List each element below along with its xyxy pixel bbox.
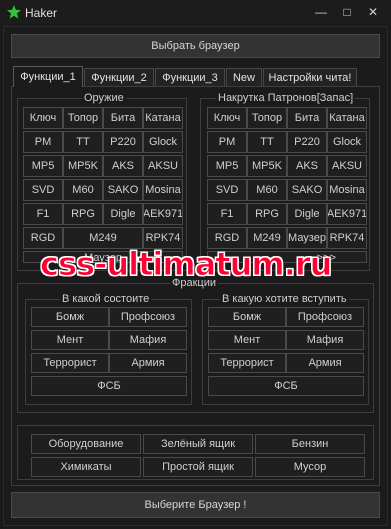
star-icon — [7, 5, 21, 19]
minimize-button[interactable]: — — [312, 4, 330, 20]
ammo-button[interactable]: TT — [247, 131, 287, 153]
ammo-button[interactable]: AEK971 — [327, 203, 367, 225]
close-button[interactable]: ✕ — [364, 4, 382, 20]
join-faction-button[interactable]: Профсоюз — [286, 307, 364, 327]
item-button[interactable]: Простой ящик — [143, 457, 253, 477]
ammo-button[interactable]: SAKO — [287, 179, 327, 201]
weapon-button[interactable]: P220 — [103, 131, 143, 153]
join-faction-button[interactable]: Армия — [286, 353, 364, 373]
weapon-button[interactable]: SAKO — [103, 179, 143, 201]
ammo-button[interactable]: RPG — [247, 203, 287, 225]
item-button[interactable]: Оборудование — [31, 434, 141, 454]
weapon-button[interactable]: MP5 — [23, 155, 63, 177]
weapon-button[interactable]: Glock — [143, 131, 183, 153]
join-faction-button[interactable]: Мафия — [286, 330, 364, 350]
ammo-button[interactable]: PM — [207, 131, 247, 153]
current-faction-button[interactable]: Армия — [109, 353, 187, 373]
weapon-button[interactable]: Бита — [103, 107, 143, 129]
ammo-button[interactable]: AKSU — [327, 155, 367, 177]
ammo-button[interactable]: P220 — [287, 131, 327, 153]
weapon-button[interactable]: Топор — [63, 107, 103, 129]
weapon-button[interactable]: RPG — [63, 203, 103, 225]
select-browser-button[interactable]: Выберите Браузер ! — [11, 492, 380, 518]
ammo-group-title: Накрутка Патронов[Запас] — [216, 92, 356, 105]
ammo-button[interactable]: SVD — [207, 179, 247, 201]
weapon-button[interactable]: SVD — [23, 179, 63, 201]
watermark: css-ultimatum.ru — [39, 245, 332, 284]
title-bar[interactable]: Haker — □ ✕ — [0, 0, 391, 26]
tab-new[interactable]: New — [226, 68, 262, 86]
item-button[interactable]: Бензин — [255, 434, 365, 454]
weapon-button[interactable]: Ключ — [23, 107, 63, 129]
join-faction-button[interactable]: Террорист — [208, 353, 286, 373]
tab-functions-1[interactable]: Функции_1 — [13, 66, 83, 87]
ammo-button[interactable]: Топор — [247, 107, 287, 129]
weapon-button[interactable]: F1 — [23, 203, 63, 225]
join-faction-button[interactable]: ФСБ — [208, 376, 364, 396]
weapon-button[interactable]: M60 — [63, 179, 103, 201]
item-button[interactable]: Химикаты — [31, 457, 141, 477]
weapon-button[interactable]: Digle — [103, 203, 143, 225]
current-faction-button[interactable]: Мент — [31, 330, 109, 350]
ammo-button[interactable]: Ключ — [207, 107, 247, 129]
ammo-button[interactable]: Бита — [287, 107, 327, 129]
current-faction-button[interactable]: Бомж — [31, 307, 109, 327]
ammo-button[interactable]: MP5K — [247, 155, 287, 177]
current-faction-button[interactable]: Террорист — [31, 353, 109, 373]
item-button[interactable]: Мусор — [255, 457, 365, 477]
weapon-button[interactable]: AKSU — [143, 155, 183, 177]
current-faction-button[interactable]: Мафия — [109, 330, 187, 350]
weapon-button[interactable]: TT — [63, 131, 103, 153]
choose-browser-button[interactable]: Выбрать браузер — [11, 34, 380, 58]
ammo-button[interactable]: MP5 — [207, 155, 247, 177]
weapon-button[interactable]: Катана — [143, 107, 183, 129]
join-faction-button[interactable]: Мент — [208, 330, 286, 350]
ammo-button[interactable]: Digle — [287, 203, 327, 225]
ammo-button[interactable]: Mosina — [327, 179, 367, 201]
tab-cheat-settings[interactable]: Настройки чита! — [263, 68, 357, 86]
tab-functions-3[interactable]: Функции_3 — [155, 68, 225, 86]
ammo-button[interactable]: Glock — [327, 131, 367, 153]
weapon-button[interactable]: AKS — [103, 155, 143, 177]
ammo-button[interactable]: F1 — [207, 203, 247, 225]
weapon-button[interactable]: AEK971 — [143, 203, 183, 225]
current-faction-button[interactable]: Профсоюз — [109, 307, 187, 327]
weapon-button[interactable]: MP5K — [63, 155, 103, 177]
join-faction-button[interactable]: Бомж — [208, 307, 286, 327]
ammo-button[interactable]: RPK74 — [327, 227, 367, 249]
current-faction-button[interactable]: ФСБ — [31, 376, 187, 396]
item-button[interactable]: Зелёный ящик — [143, 434, 253, 454]
current-faction-title: В какой состоите — [60, 293, 152, 306]
maximize-button[interactable]: □ — [338, 4, 356, 20]
ammo-button[interactable]: AKS — [287, 155, 327, 177]
window-title: Haker — [25, 6, 58, 20]
weapon-button[interactable]: PM — [23, 131, 63, 153]
weapon-button[interactable]: Mosina — [143, 179, 183, 201]
tab-functions-2[interactable]: Функции_2 — [84, 68, 154, 86]
join-faction-title: В какую хотите вступить — [220, 293, 349, 306]
ammo-button[interactable]: M60 — [247, 179, 287, 201]
ammo-button[interactable]: Катана — [327, 107, 367, 129]
weapons-group-title: Оружие — [82, 92, 126, 105]
